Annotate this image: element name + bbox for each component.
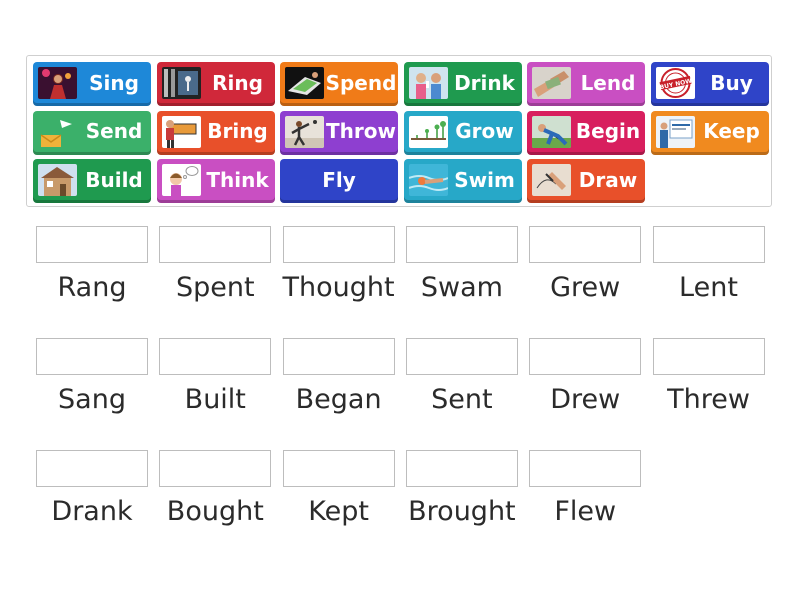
tile-build[interactable]: Build bbox=[33, 159, 151, 203]
tile-draw[interactable]: Draw bbox=[527, 159, 645, 203]
envelope-send-icon bbox=[38, 115, 77, 148]
drop-slot[interactable] bbox=[36, 226, 148, 263]
handing-money-photo-icon bbox=[532, 67, 571, 99]
drop-slot[interactable] bbox=[159, 226, 272, 263]
tile-label: Buy bbox=[710, 70, 753, 95]
answer-word: Spent bbox=[176, 272, 255, 303]
tile-label: Keep bbox=[703, 119, 760, 143]
tile-sing[interactable]: Sing bbox=[33, 62, 151, 106]
tile-buy[interactable]: BUY NOW Buy bbox=[650, 62, 769, 106]
answer-word: Swam bbox=[420, 272, 503, 303]
children-drinking-photo-icon bbox=[408, 67, 448, 99]
answer-word: Bought bbox=[166, 496, 264, 527]
answer-word: Sang bbox=[58, 384, 126, 415]
answer-word: Drank bbox=[51, 496, 133, 527]
growing-seedlings-icon bbox=[408, 115, 448, 148]
drop-slot[interactable] bbox=[652, 226, 765, 263]
answer-word: Lent bbox=[679, 272, 738, 303]
tile-label: Ring bbox=[212, 70, 263, 95]
tile-label: Send bbox=[85, 119, 143, 143]
person-throwing-photo-icon bbox=[285, 115, 324, 148]
tile-label: Drink bbox=[454, 70, 515, 95]
tile-label: Build bbox=[85, 167, 143, 192]
person-keep-sign-icon bbox=[655, 115, 695, 148]
answer-word: Drew bbox=[550, 384, 621, 415]
tile-spend[interactable]: Spend bbox=[280, 62, 398, 106]
swimmer-photo-icon bbox=[408, 164, 448, 196]
tile-label: Spend bbox=[325, 70, 397, 95]
answer-word: Brought bbox=[408, 496, 516, 527]
tile-swim[interactable]: Swim bbox=[403, 159, 522, 203]
man-carrying-box-icon bbox=[161, 115, 201, 148]
tile-grow[interactable]: Grow bbox=[403, 110, 522, 155]
runner-starting-photo-icon bbox=[532, 115, 571, 148]
hand-drawing-photo-icon bbox=[532, 164, 571, 196]
tile-begin[interactable]: Begin bbox=[527, 110, 645, 155]
spending-money-photo-icon bbox=[285, 67, 324, 99]
tile-label: Bring bbox=[207, 119, 268, 143]
drop-slot[interactable] bbox=[159, 450, 272, 487]
drop-slot[interactable] bbox=[405, 226, 518, 263]
drop-slot[interactable] bbox=[529, 338, 642, 375]
drop-slot[interactable] bbox=[282, 338, 395, 375]
tile-label: Swim bbox=[454, 167, 515, 192]
drop-slot[interactable] bbox=[529, 450, 642, 487]
tile-label: Lend bbox=[580, 70, 636, 95]
tile-label: Sing bbox=[89, 70, 139, 95]
drop-slot[interactable] bbox=[405, 450, 518, 487]
drop-slot[interactable] bbox=[652, 338, 765, 375]
singer-photo-icon bbox=[38, 67, 77, 99]
tile-throw[interactable]: Throw bbox=[280, 110, 398, 155]
tile-send[interactable]: Send bbox=[33, 110, 151, 155]
tile-label: Begin bbox=[575, 119, 641, 143]
drop-slot[interactable] bbox=[529, 226, 642, 263]
drop-slot[interactable] bbox=[282, 450, 395, 487]
tile-label: Fly bbox=[322, 167, 356, 192]
tile-bring[interactable]: Bring bbox=[156, 110, 275, 155]
answer-word: Kept bbox=[308, 496, 369, 527]
answer-word: Grew bbox=[550, 272, 621, 303]
drop-slot[interactable] bbox=[282, 226, 395, 263]
tile-label: Think bbox=[206, 167, 269, 192]
answer-word: Began bbox=[295, 384, 382, 415]
house-building-photo-icon bbox=[38, 164, 77, 196]
tile-drink[interactable]: Drink bbox=[403, 62, 522, 106]
tile-label: Throw bbox=[326, 119, 396, 143]
tile-ring[interactable]: Ring bbox=[156, 62, 275, 106]
drop-slot[interactable] bbox=[159, 338, 272, 375]
girl-thinking-icon bbox=[161, 164, 201, 196]
tile-label: Grow bbox=[455, 119, 514, 143]
tile-lend[interactable]: Lend bbox=[527, 62, 645, 106]
drop-slot[interactable] bbox=[36, 338, 148, 375]
answer-word: Threw bbox=[667, 384, 750, 415]
answer-word: Sent bbox=[431, 384, 493, 415]
tile-think[interactable]: Think bbox=[156, 159, 275, 203]
answer-word: Built bbox=[184, 384, 246, 415]
ringing-phone-photo-icon bbox=[161, 67, 201, 99]
answer-word: Thought bbox=[282, 272, 395, 303]
answer-word: Rang bbox=[57, 272, 127, 303]
drop-slot[interactable] bbox=[36, 450, 148, 487]
tile-keep[interactable]: Keep bbox=[650, 110, 769, 155]
answer-word: Flew bbox=[554, 496, 617, 527]
buy-now-stamp-icon: BUY NOW bbox=[655, 67, 695, 99]
tile-label: Draw bbox=[578, 167, 638, 192]
drop-slot[interactable] bbox=[405, 338, 518, 375]
tile-fly[interactable]: Fly bbox=[280, 159, 398, 203]
